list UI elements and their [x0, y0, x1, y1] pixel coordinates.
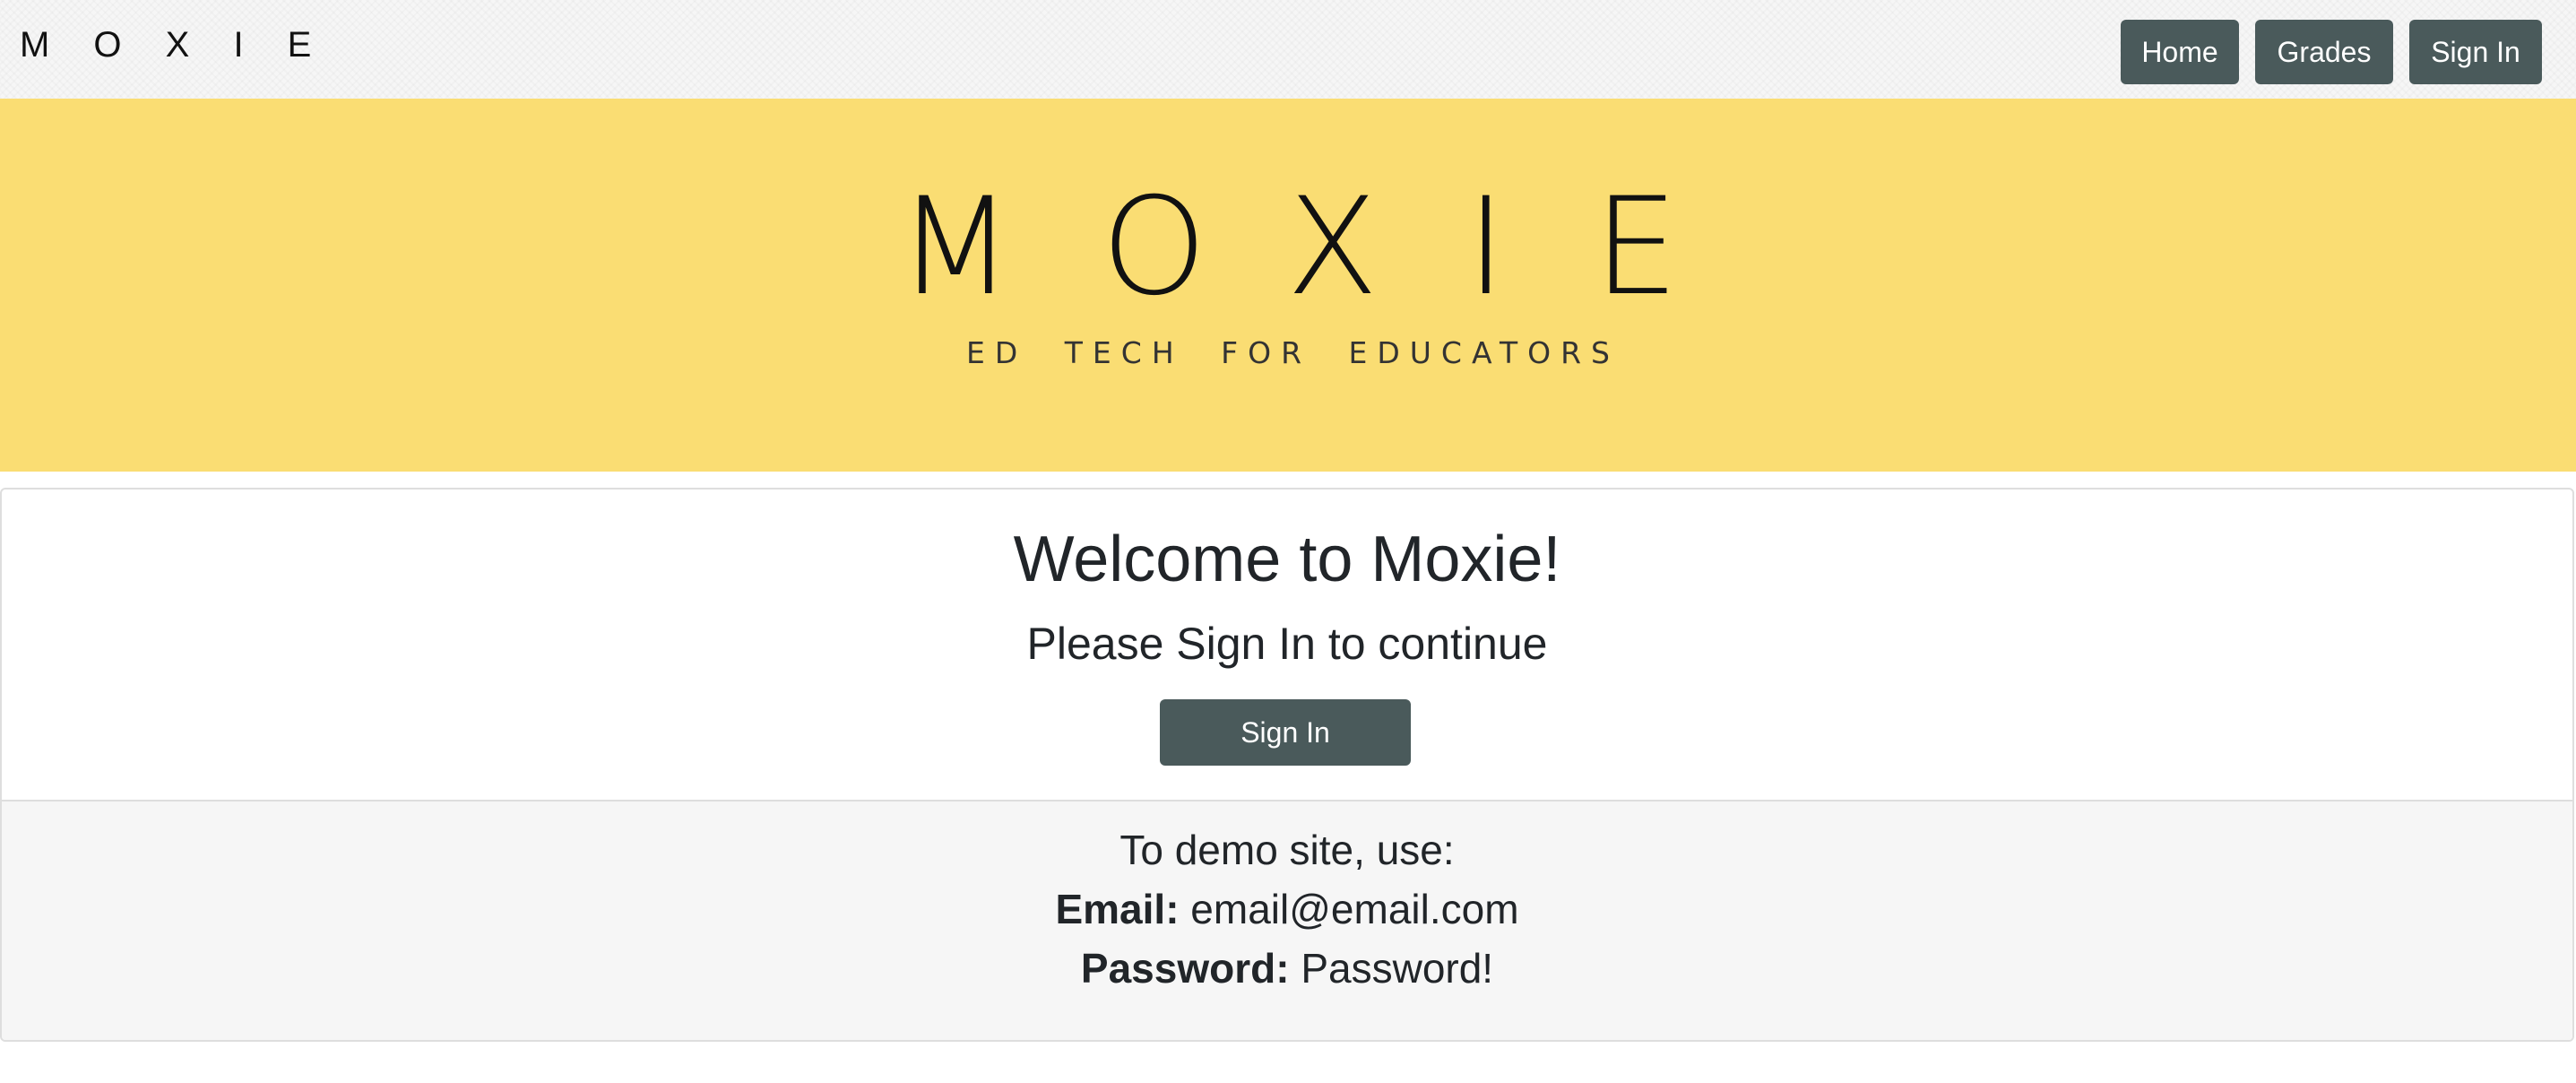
card-body: Welcome to Moxie! Please Sign In to cont… — [2, 490, 2572, 800]
hero-banner: MOXIE ED TECH FOR EDUCATORS — [0, 99, 2576, 472]
hero-title: MOXIE — [897, 169, 1767, 325]
home-button[interactable]: Home — [2121, 20, 2239, 84]
email-label: Email: — [1055, 886, 1180, 932]
sign-in-button[interactable]: Sign In — [1160, 699, 1411, 766]
top-navbar: M O X I E Home Grades Sign In — [0, 0, 2576, 99]
email-value: email@email.com — [1190, 886, 1519, 932]
demo-email: Email: email@email.com — [2, 884, 2572, 934]
sign-in-prompt: Please Sign In to continue — [1026, 619, 1548, 669]
nav-sign-in-button[interactable]: Sign In — [2409, 20, 2542, 84]
password-value: Password! — [1301, 945, 1494, 992]
password-label: Password: — [1080, 945, 1290, 992]
welcome-card: Welcome to Moxie! Please Sign In to cont… — [0, 488, 2574, 1042]
grades-button[interactable]: Grades — [2255, 20, 2393, 84]
demo-credentials: To demo site, use: Email: email@email.co… — [2, 800, 2572, 1040]
hero-tagline: ED TECH FOR EDUCATORS — [966, 335, 1620, 370]
demo-intro: To demo site, use: — [1119, 827, 1455, 873]
welcome-heading: Welcome to Moxie! — [1013, 524, 1561, 595]
demo-password: Password: Password! — [2, 943, 2572, 993]
brand-logo[interactable]: M O X I E — [20, 20, 328, 70]
nav-button-group: Home Grades Sign In — [2121, 20, 2542, 84]
